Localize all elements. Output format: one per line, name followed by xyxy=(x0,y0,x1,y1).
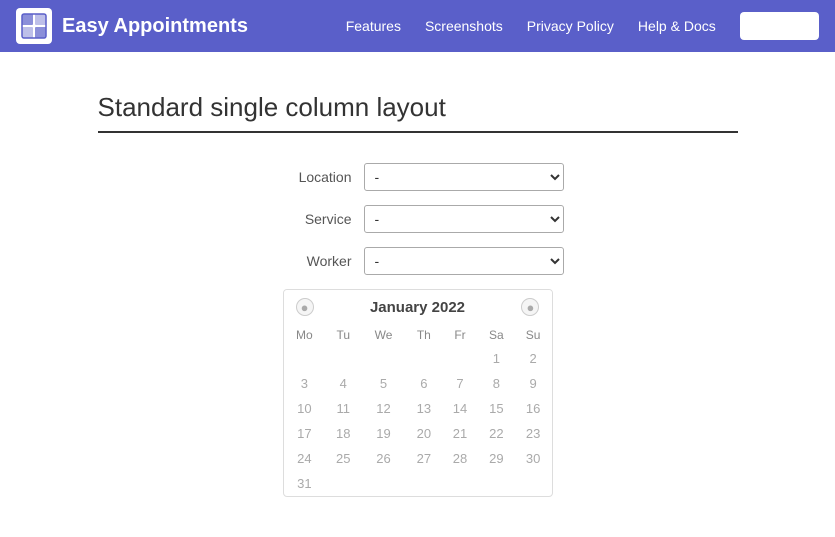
service-label: Service xyxy=(272,211,352,227)
day-header-we: We xyxy=(361,324,405,346)
calendar-day[interactable]: 12 xyxy=(361,396,405,421)
day-header-fr: Fr xyxy=(442,324,478,346)
calendar-week-row: 10111213141516 xyxy=(284,396,552,421)
brand-logo xyxy=(16,8,52,44)
calendar-day[interactable]: 18 xyxy=(325,421,361,446)
calendar-day xyxy=(325,471,361,496)
calendar-week-row: 24252627282930 xyxy=(284,446,552,471)
nav-links: Features Screenshots Privacy Policy Help… xyxy=(346,12,819,40)
calendar-day xyxy=(406,471,442,496)
service-row: Service - xyxy=(98,205,738,233)
calendar-day[interactable]: 7 xyxy=(442,371,478,396)
calendar-day xyxy=(325,346,361,371)
calendar-day[interactable]: 13 xyxy=(406,396,442,421)
worker-label: Worker xyxy=(272,253,352,269)
calendar-day[interactable]: 28 xyxy=(442,446,478,471)
calendar-day[interactable]: 4 xyxy=(325,371,361,396)
calendar-day[interactable]: 23 xyxy=(515,421,552,446)
location-row: Location - xyxy=(98,163,738,191)
calendar-day[interactable]: 11 xyxy=(325,396,361,421)
calendar-day xyxy=(442,471,478,496)
calendar-day xyxy=(515,471,552,496)
calendar-day[interactable]: 5 xyxy=(361,371,405,396)
page-title: Standard single column layout xyxy=(98,92,738,123)
worker-row: Worker - xyxy=(98,247,738,275)
calendar-day[interactable]: 17 xyxy=(284,421,326,446)
calendar-day[interactable]: 3 xyxy=(284,371,326,396)
calendar-day xyxy=(406,346,442,371)
calendar-table: Mo Tu We Th Fr Sa Su 1234567891011121314… xyxy=(284,324,552,496)
next-month-button[interactable]: ● xyxy=(521,298,539,316)
calendar-day[interactable]: 30 xyxy=(515,446,552,471)
calendar-day[interactable]: 9 xyxy=(515,371,552,396)
service-select[interactable]: - xyxy=(364,205,564,233)
nav-features[interactable]: Features xyxy=(346,18,401,34)
calendar-day xyxy=(361,471,405,496)
calendar-day[interactable]: 27 xyxy=(406,446,442,471)
title-divider xyxy=(98,131,738,133)
navbar: Easy Appointments Features Screenshots P… xyxy=(0,0,835,52)
day-header-th: Th xyxy=(406,324,442,346)
calendar: ● January 2022 ● Mo Tu We Th Fr Sa Su xyxy=(283,289,553,497)
calendar-day[interactable]: 2 xyxy=(515,346,552,371)
nav-privacy[interactable]: Privacy Policy xyxy=(527,18,614,34)
calendar-day[interactable]: 21 xyxy=(442,421,478,446)
nav-help[interactable]: Help & Docs xyxy=(638,18,716,34)
calendar-month-title: January 2022 xyxy=(370,299,465,316)
calendar-day[interactable]: 22 xyxy=(478,421,515,446)
calendar-day[interactable]: 6 xyxy=(406,371,442,396)
calendar-day[interactable]: 20 xyxy=(406,421,442,446)
calendar-day[interactable]: 15 xyxy=(478,396,515,421)
demo-button[interactable]: Demo ▼ xyxy=(740,12,819,40)
calendar-day[interactable]: 14 xyxy=(442,396,478,421)
calendar-week-row: 12 xyxy=(284,346,552,371)
calendar-day xyxy=(361,346,405,371)
calendar-week-row: 31 xyxy=(284,471,552,496)
main-content: Standard single column layout Location -… xyxy=(78,52,758,537)
calendar-wrapper: ● January 2022 ● Mo Tu We Th Fr Sa Su xyxy=(98,289,738,497)
prev-month-button[interactable]: ● xyxy=(296,298,314,316)
location-select[interactable]: - xyxy=(364,163,564,191)
calendar-day xyxy=(284,346,326,371)
nav-screenshots[interactable]: Screenshots xyxy=(425,18,503,34)
calendar-week-row: 3456789 xyxy=(284,371,552,396)
calendar-day[interactable]: 16 xyxy=(515,396,552,421)
calendar-day[interactable]: 1 xyxy=(478,346,515,371)
day-header-mo: Mo xyxy=(284,324,326,346)
calendar-week-row: 17181920212223 xyxy=(284,421,552,446)
calendar-day[interactable]: 29 xyxy=(478,446,515,471)
worker-select[interactable]: - xyxy=(364,247,564,275)
calendar-day xyxy=(442,346,478,371)
calendar-day[interactable]: 26 xyxy=(361,446,405,471)
calendar-day xyxy=(478,471,515,496)
day-header-su: Su xyxy=(515,324,552,346)
brand-name: Easy Appointments xyxy=(62,15,248,38)
calendar-day[interactable]: 24 xyxy=(284,446,326,471)
calendar-days-header: Mo Tu We Th Fr Sa Su xyxy=(284,324,552,346)
calendar-header: ● January 2022 ● xyxy=(284,290,552,324)
calendar-day[interactable]: 10 xyxy=(284,396,326,421)
calendar-day[interactable]: 25 xyxy=(325,446,361,471)
day-header-sa: Sa xyxy=(478,324,515,346)
calendar-day[interactable]: 8 xyxy=(478,371,515,396)
brand-link[interactable]: Easy Appointments xyxy=(16,8,346,44)
location-label: Location xyxy=(272,169,352,185)
calendar-day[interactable]: 19 xyxy=(361,421,405,446)
day-header-tu: Tu xyxy=(325,324,361,346)
calendar-day[interactable]: 31 xyxy=(284,471,326,496)
dropdown-arrow-icon: ▼ xyxy=(795,21,805,32)
